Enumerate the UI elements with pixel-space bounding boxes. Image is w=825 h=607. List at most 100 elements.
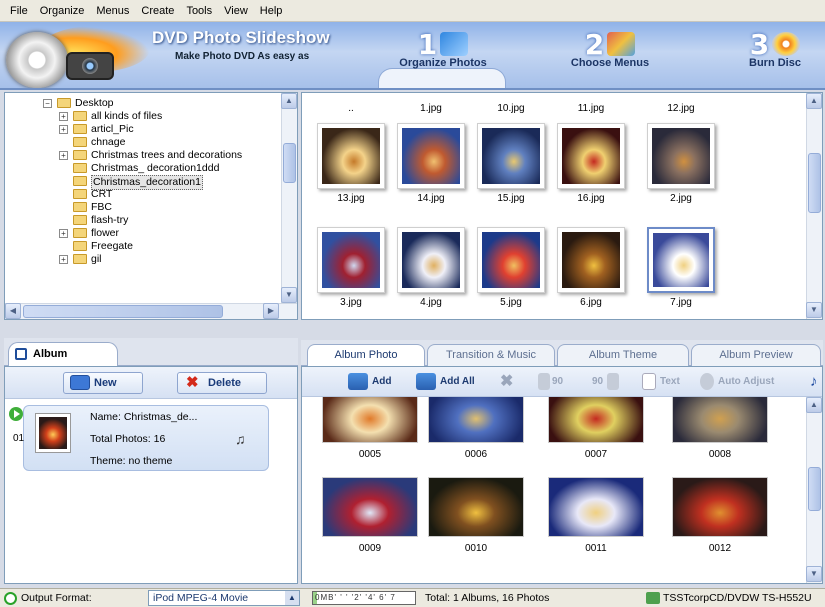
scroll-up-icon[interactable]: ▲ bbox=[806, 93, 822, 109]
scroll-up-icon[interactable]: ▲ bbox=[281, 93, 297, 109]
photo-filename[interactable]: 12.jpg bbox=[640, 103, 722, 114]
album-tab[interactable]: Album bbox=[8, 342, 118, 366]
expand-icon[interactable]: + bbox=[59, 229, 68, 238]
menu-view[interactable]: View bbox=[218, 5, 254, 17]
menu-file[interactable]: File bbox=[4, 5, 34, 17]
scroll-up-icon[interactable]: ▲ bbox=[806, 397, 822, 413]
rotate-right-button[interactable]: 90 bbox=[592, 373, 620, 391]
menu-help[interactable]: Help bbox=[254, 5, 289, 17]
scroll-left-icon[interactable]: ◀ bbox=[5, 303, 21, 319]
tree-item[interactable]: + gil bbox=[5, 253, 283, 266]
photo-filename[interactable]: 10.jpg bbox=[470, 103, 552, 114]
tree-item[interactable]: + Christmas trees and decorations bbox=[5, 149, 283, 162]
photo-thumbnail[interactable]: 4.jpg bbox=[390, 227, 472, 308]
music-note-icon: ♫ bbox=[235, 431, 246, 447]
scroll-down-icon[interactable]: ▼ bbox=[806, 302, 822, 318]
photo-thumbnail[interactable]: 5.jpg bbox=[470, 227, 552, 308]
scroll-thumb[interactable] bbox=[283, 143, 296, 183]
scroll-down-icon[interactable]: ▼ bbox=[281, 287, 297, 303]
collapse-icon[interactable]: − bbox=[43, 99, 52, 108]
tab-transition-music[interactable]: Transition & Music bbox=[427, 344, 555, 366]
scroll-right-icon[interactable]: ▶ bbox=[263, 303, 279, 319]
remove-x-icon[interactable]: ✖ bbox=[500, 373, 513, 391]
tree-item[interactable]: Christmas_ decoration1ddd bbox=[5, 162, 283, 175]
album-photo[interactable]: 0012 bbox=[672, 477, 768, 554]
chevron-up-icon[interactable]: ▲ bbox=[285, 591, 299, 605]
delete-album-button[interactable]: ✖ Delete bbox=[177, 372, 267, 394]
album-photo[interactable]: 0009 bbox=[322, 477, 418, 554]
photo-thumbnail[interactable]: 15.jpg bbox=[470, 123, 552, 204]
album-photo[interactable]: 0011 bbox=[548, 477, 644, 554]
menu-create[interactable]: Create bbox=[135, 5, 180, 17]
album-photo[interactable]: 0006 bbox=[428, 397, 524, 460]
output-format-value: iPod MPEG-4 Movie bbox=[153, 592, 249, 604]
text-button[interactable]: Text bbox=[642, 373, 680, 391]
tree-item[interactable]: + flower bbox=[5, 227, 283, 240]
tab-album-preview[interactable]: Album Preview bbox=[691, 344, 821, 366]
step-label: Organize Photos bbox=[399, 57, 487, 69]
tree-item[interactable]: − Desktop bbox=[5, 97, 283, 110]
photo-thumbnail[interactable]: 7.jpg bbox=[640, 227, 722, 308]
photo-thumbnail[interactable]: 2.jpg bbox=[640, 123, 722, 204]
photo-thumbnail[interactable]: 6.jpg bbox=[550, 227, 632, 308]
photo-thumbnail[interactable]: 3.jpg bbox=[310, 227, 392, 308]
expand-icon[interactable]: + bbox=[59, 125, 68, 134]
menu-menus[interactable]: Menus bbox=[90, 5, 135, 17]
menu-organize[interactable]: Organize bbox=[34, 5, 91, 17]
add-button[interactable]: Add bbox=[348, 373, 391, 391]
tab-album-theme[interactable]: Album Theme bbox=[557, 344, 689, 366]
album-photos-scrollbar[interactable]: ▲ ▼ bbox=[806, 397, 822, 583]
folder-icon bbox=[73, 150, 87, 160]
play-icon[interactable] bbox=[9, 407, 23, 421]
expand-icon[interactable]: + bbox=[59, 151, 68, 160]
output-format-icon bbox=[4, 592, 17, 605]
new-album-button[interactable]: New bbox=[63, 372, 143, 394]
photo-filename[interactable]: 11.jpg bbox=[550, 103, 632, 114]
tree-item[interactable]: flash-try bbox=[5, 214, 283, 227]
album-photo[interactable]: 0008 bbox=[672, 397, 768, 460]
step-choose-menus[interactable]: 2 Choose Menus bbox=[560, 28, 660, 69]
album-name: Name: Christmas_de... bbox=[90, 411, 198, 423]
tab-album-photo[interactable]: Album Photo bbox=[307, 344, 425, 367]
rotate-left-button[interactable]: 90 bbox=[538, 373, 563, 391]
step-burn-disc[interactable]: 3 Burn Disc bbox=[735, 28, 815, 69]
photo-thumbnail[interactable]: 16.jpg bbox=[550, 123, 632, 204]
photo-filename[interactable]: 1.jpg bbox=[390, 103, 472, 114]
photo-browser: .. 1.jpg 10.jpg 11.jpg 12.jpg 13.jpg 14.jpg 15.… bbox=[301, 92, 823, 320]
photo-thumbnail[interactable]: 13.jpg bbox=[310, 123, 392, 204]
tree-vertical-scrollbar[interactable]: ▲ ▼ bbox=[281, 93, 297, 303]
drive-icon bbox=[646, 592, 660, 604]
photo-filename: 3.jpg bbox=[340, 297, 362, 308]
tree-item[interactable]: chnage bbox=[5, 136, 283, 149]
photo-frame bbox=[557, 123, 625, 189]
scroll-down-icon[interactable]: ▼ bbox=[806, 566, 822, 582]
output-format-select[interactable]: iPod MPEG-4 Movie ▲ bbox=[148, 590, 300, 606]
scroll-thumb[interactable] bbox=[808, 153, 821, 213]
photo-toolbar: Add Add All ✖ 90 90 Text Auto Adjust ♪ bbox=[302, 367, 822, 397]
step-organize-photos[interactable]: 1 Organize Photos bbox=[380, 28, 506, 69]
tree-horizontal-scrollbar[interactable]: ◀ ▶ bbox=[5, 303, 297, 319]
tree-item[interactable]: Christmas_decoration1 bbox=[5, 175, 283, 190]
photo-image bbox=[652, 128, 710, 184]
music-icon[interactable]: ♪ bbox=[810, 373, 818, 391]
scroll-thumb[interactable] bbox=[23, 305, 223, 318]
photos-vertical-scrollbar[interactable]: ▲ ▼ bbox=[806, 93, 822, 319]
tree-item[interactable]: FBC bbox=[5, 201, 283, 214]
add-all-icon bbox=[416, 373, 436, 390]
album-photo[interactable]: 0005 bbox=[322, 397, 418, 460]
photo-thumbnail[interactable]: 14.jpg bbox=[390, 123, 472, 204]
menu-tools[interactable]: Tools bbox=[180, 5, 218, 17]
auto-adjust-button[interactable]: Auto Adjust bbox=[700, 373, 774, 391]
tree-item[interactable]: + all kinds of files bbox=[5, 110, 283, 123]
tree-item[interactable]: CRT bbox=[5, 188, 283, 201]
add-all-button[interactable]: Add All bbox=[416, 373, 475, 391]
album-photo[interactable]: 0007 bbox=[548, 397, 644, 460]
tree-item[interactable]: + articl_Pic bbox=[5, 123, 283, 136]
scroll-thumb[interactable] bbox=[808, 467, 821, 511]
photo-filename[interactable]: .. bbox=[310, 103, 392, 114]
expand-icon[interactable]: + bbox=[59, 255, 68, 264]
expand-icon[interactable]: + bbox=[59, 112, 68, 121]
folder-icon bbox=[73, 189, 87, 199]
album-photo[interactable]: 0010 bbox=[428, 477, 524, 554]
tree-item[interactable]: Freegate bbox=[5, 240, 283, 253]
